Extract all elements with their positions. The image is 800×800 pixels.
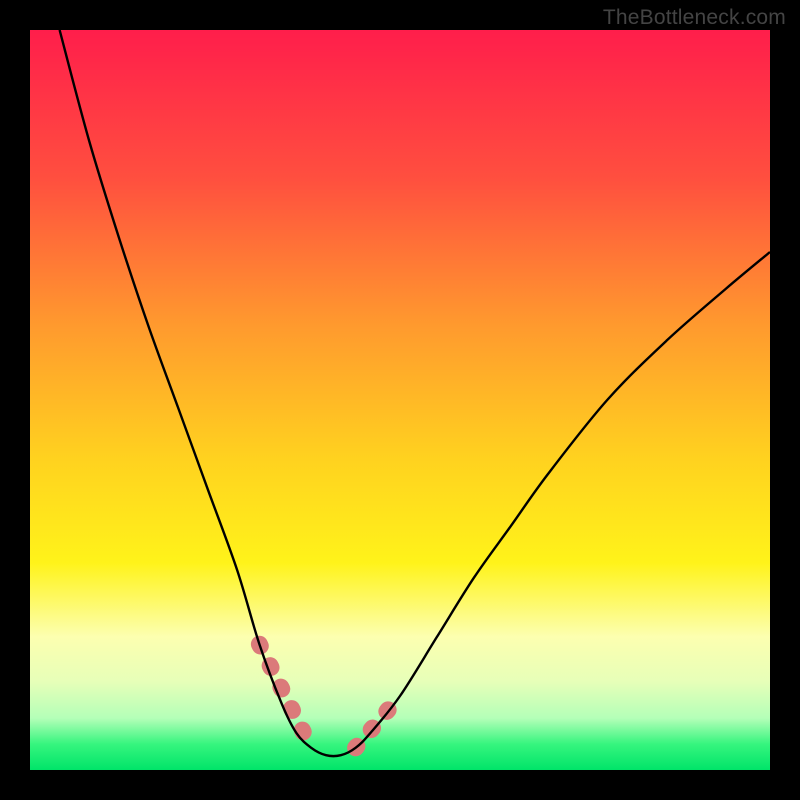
- attribution-label: TheBottleneck.com: [603, 6, 786, 30]
- bottleneck-curve: [60, 30, 770, 756]
- highlight-band-left: [259, 644, 311, 748]
- chart-frame: TheBottleneck.com: [0, 0, 800, 800]
- curve-layer: [30, 30, 770, 770]
- plot-area: [30, 30, 770, 770]
